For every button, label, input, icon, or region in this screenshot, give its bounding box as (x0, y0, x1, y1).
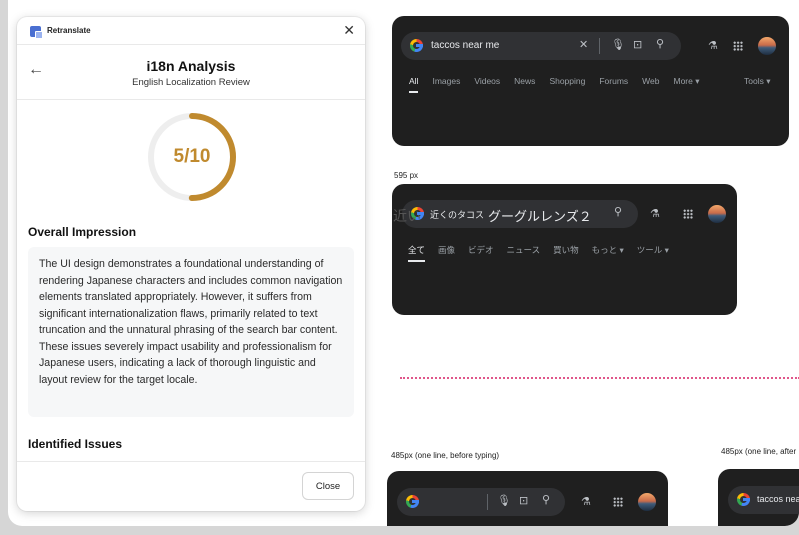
google-search-preview-wide: taccos near me ✕ 🎙 ⊡ ⚲ ⚗ All Images Vide… (392, 16, 789, 146)
labs-flask-icon[interactable]: ⚗ (650, 207, 660, 220)
tab-web[interactable]: Web (642, 76, 659, 87)
search-bar[interactable]: taccos near me ✕ 🎙 ⊡ ⚲ (401, 32, 681, 60)
google-search-preview-compact: 🎙 ⊡ ⚲ ⚗ (387, 471, 668, 526)
tools-menu[interactable]: Tools ▾ (744, 76, 770, 87)
avatar[interactable] (638, 493, 656, 511)
search-query-compact[interactable]: taccos nea (757, 494, 799, 504)
apps-grid-icon[interactable] (683, 209, 693, 219)
tab-all-jp[interactable]: 全て (408, 244, 426, 262)
microphone-icon[interactable]: 🎙 (497, 496, 511, 507)
divider (487, 494, 488, 510)
close-button[interactable]: Close (302, 472, 354, 500)
i18n-analysis-dialog: Retranslate ✕ ← i18n Analysis English Lo… (17, 17, 365, 511)
tab-more-jp[interactable]: もっと ▾ (592, 244, 624, 256)
clear-icon[interactable]: ✕ (579, 40, 588, 51)
search-query[interactable]: taccos near me (431, 40, 499, 51)
tab-videos-jp[interactable]: ビデオ (468, 244, 494, 256)
dialog-title: i18n Analysis (146, 58, 236, 74)
dialog-footer: Close (17, 461, 365, 511)
identified-issues-heading: Identified Issues (28, 437, 123, 451)
avatar[interactable] (758, 37, 776, 55)
search-icon[interactable]: ⚲ (656, 39, 664, 50)
google-logo-icon (410, 39, 423, 52)
dialog-header: ← i18n Analysis English Localization Rev… (17, 45, 365, 100)
dialog-subtitle: English Localization Review (132, 77, 250, 88)
divider (599, 38, 600, 54)
tab-shopping-jp[interactable]: 買い物 (553, 244, 579, 256)
tab-tools-jp[interactable]: ツール ▾ (637, 244, 669, 256)
google-search-preview-japanese: 近くのタコス グーグルレンズ２ ⚲ ⚗ 全て 画像 ビデオ ニュース 買い物 も… (392, 184, 737, 315)
search-query-jp-small[interactable]: 近くのタコス (430, 208, 484, 221)
search-icon[interactable]: ⚲ (542, 495, 550, 506)
close-icon[interactable]: ✕ (343, 23, 355, 37)
tab-images-jp[interactable]: 画像 (438, 244, 455, 256)
translate-app-icon (30, 26, 43, 39)
width-label-485-after: 485px (one line, after (721, 447, 797, 456)
search-icon[interactable]: ⚲ (614, 207, 622, 218)
search-tabs: All Images Videos News Shopping Forums W… (409, 76, 700, 93)
labs-flask-icon[interactable]: ⚗ (581, 495, 591, 508)
tab-all[interactable]: All (409, 76, 419, 93)
tab-news[interactable]: News (514, 76, 535, 87)
tab-news-jp[interactable]: ニュース (507, 244, 541, 256)
google-logo-icon (737, 493, 750, 506)
width-label-595: 595 px (394, 171, 419, 180)
google-search-preview-compact-typed: taccos nea (718, 469, 799, 526)
tab-forums[interactable]: Forums (599, 76, 628, 87)
apps-grid-icon[interactable] (613, 497, 623, 507)
dialog-body[interactable]: 5/10 Overall Impression The UI design de… (17, 101, 365, 461)
overall-impression-heading: Overall Impression (28, 225, 137, 239)
tab-videos[interactable]: Videos (474, 76, 500, 87)
lens-icon[interactable]: ⊡ (519, 496, 528, 507)
microphone-icon[interactable]: 🎙 (611, 40, 625, 51)
search-bar-jp[interactable]: 近くのタコス グーグルレンズ２ ⚲ (402, 200, 638, 228)
overflowing-query-text: 近い (393, 208, 421, 224)
guide-line (400, 377, 799, 379)
width-label-485-before: 485px (one line, before typing) (391, 451, 500, 460)
search-bar-compact-typed[interactable]: taccos nea (728, 486, 799, 514)
search-tabs-jp: 全て 画像 ビデオ ニュース 買い物 もっと ▾ ツール ▾ (408, 244, 669, 262)
apps-grid-icon[interactable] (733, 41, 743, 51)
search-query-jp-large[interactable]: グーグルレンズ２ (488, 206, 592, 225)
labs-flask-icon[interactable]: ⚗ (708, 39, 718, 52)
tab-shopping[interactable]: Shopping (549, 76, 585, 87)
search-bar-compact[interactable]: 🎙 ⊡ ⚲ (397, 488, 565, 516)
google-logo-icon (406, 495, 419, 508)
app-name: Retranslate (47, 26, 91, 35)
tab-more[interactable]: More ▾ (674, 76, 700, 87)
dialog-app-bar: Retranslate ✕ (17, 17, 365, 45)
score-value: 5/10 (173, 146, 211, 167)
avatar[interactable] (708, 205, 726, 223)
overall-impression-text: The UI design demonstrates a foundationa… (28, 247, 354, 417)
lens-icon[interactable]: ⊡ (633, 40, 642, 51)
tab-images[interactable]: Images (432, 76, 460, 87)
